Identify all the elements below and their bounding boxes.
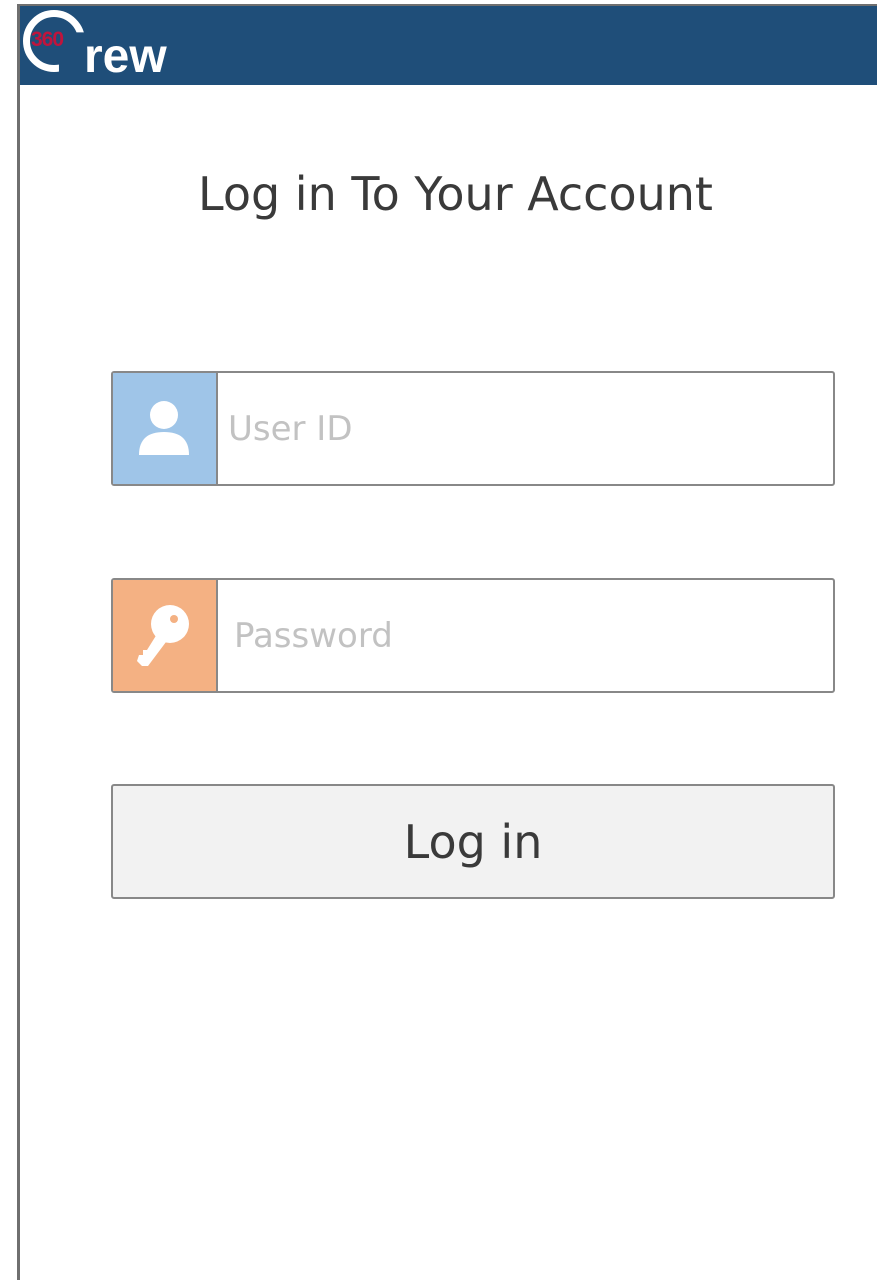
app-logo: 360 rew xyxy=(20,6,194,85)
logo-number: 360 xyxy=(31,28,64,51)
app-header: 360 rew xyxy=(20,6,877,85)
logo-word: rew xyxy=(84,30,167,83)
login-button[interactable]: Log in xyxy=(111,784,835,899)
page-title: Log in To Your Account xyxy=(198,167,713,221)
user-id-field xyxy=(111,371,835,486)
password-field xyxy=(111,578,835,693)
app-frame: 360 rew Log in To Your Account Log in xyxy=(17,4,877,1280)
user-icon xyxy=(113,373,218,484)
password-input[interactable] xyxy=(218,580,831,691)
user-id-input[interactable] xyxy=(218,373,831,484)
key-icon xyxy=(113,580,218,691)
